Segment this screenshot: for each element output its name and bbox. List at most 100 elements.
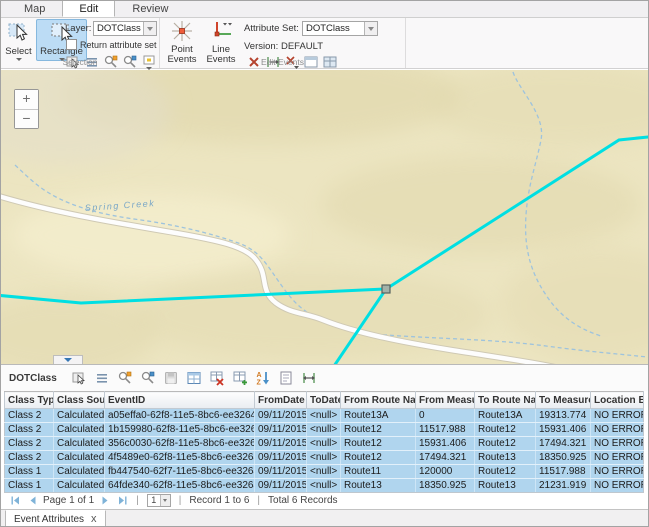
point-events-button[interactable]: Point Events (163, 19, 201, 61)
table-cell[interactable]: NO ERROR (591, 409, 644, 423)
zoom-in-button[interactable]: + (15, 90, 38, 109)
table-cell[interactable]: <null> (307, 465, 341, 479)
add-record-button[interactable] (230, 368, 250, 388)
table-cell[interactable]: 18350.925 (536, 451, 591, 465)
column-header[interactable]: From Measure (416, 392, 475, 409)
table-cell[interactable]: a05effa0-62f8-11e5-8bc6-ee32641d5ec9 (105, 409, 255, 423)
table-cell[interactable]: 356c0030-62f8-11e5-8bc6-ee32641d5ec9 (105, 437, 255, 451)
table-cell[interactable]: 4f5489e0-62f8-11e5-8bc6-ee32641d5ec9 (105, 451, 255, 465)
table-cell[interactable]: Route11 (341, 465, 416, 479)
table-cell[interactable]: 09/11/2015 (255, 451, 307, 465)
table-options-button[interactable] (92, 368, 112, 388)
table-cell[interactable]: <null> (307, 437, 341, 451)
table-row[interactable]: Class 2Calculated356c0030-62f8-11e5-8bc6… (5, 437, 644, 451)
table-cell[interactable]: Route12 (475, 423, 536, 437)
table-cell[interactable]: Route13A (475, 409, 536, 423)
table-row[interactable]: Class 2Calculated1b159980-62f8-11e5-8bc6… (5, 423, 644, 437)
column-header[interactable]: Class Type (5, 392, 54, 409)
table-cell[interactable]: Class 1 (5, 465, 54, 479)
last-page-button[interactable] (116, 494, 128, 506)
table-cell[interactable]: 1b159980-62f8-11e5-8bc6-ee32641d5ec9 (105, 423, 255, 437)
table-cell[interactable]: 17494.321 (416, 451, 475, 465)
table-cell[interactable]: 120000 (416, 465, 475, 479)
tab-edit[interactable]: Edit (62, 0, 115, 17)
table-cell[interactable]: Class 2 (5, 451, 54, 465)
table-cell[interactable]: Route12 (475, 465, 536, 479)
table-cell[interactable]: 11517.988 (416, 423, 475, 437)
table-cell[interactable]: <null> (307, 409, 341, 423)
table-cell[interactable]: 09/11/2015 (255, 465, 307, 479)
table-cell[interactable]: 09/11/2015 (255, 437, 307, 451)
table-cell[interactable]: Route13 (475, 451, 536, 465)
column-header[interactable]: Location Error (591, 392, 644, 409)
attribute-set-combobox-arrow-icon[interactable] (364, 22, 377, 35)
tab-review[interactable]: Review (115, 0, 185, 17)
table-cell[interactable]: fb447540-62f7-11e5-8bc6-ee32641d5ec9 (105, 465, 255, 479)
table-cell[interactable]: Class 2 (5, 409, 54, 423)
table-cell[interactable]: NO ERROR (591, 423, 644, 437)
table-cell[interactable]: Calculated (54, 423, 105, 437)
tab-event-attributes[interactable]: Event Attributes x (5, 510, 106, 527)
table-cell[interactable]: Route13A (341, 409, 416, 423)
column-header[interactable]: To Route Name (475, 392, 536, 409)
select-records-button[interactable] (69, 368, 89, 388)
close-tab-icon[interactable]: x (91, 514, 97, 524)
select-button[interactable]: Select (3, 19, 34, 61)
form-view-button[interactable] (276, 368, 296, 388)
next-page-button[interactable] (99, 494, 111, 506)
table-cell[interactable]: Class 2 (5, 437, 54, 451)
column-header[interactable]: EventID (105, 392, 255, 409)
attribute-set-combobox[interactable]: DOTClass (302, 21, 378, 36)
return-attribute-set-checkbox[interactable] (66, 39, 77, 50)
table-cell[interactable]: 0 (416, 409, 475, 423)
layer-combobox[interactable]: DOTClass (93, 21, 157, 36)
table-cell[interactable]: 17494.321 (536, 437, 591, 451)
route-junction-marker[interactable] (382, 285, 390, 293)
layer-combobox-arrow-icon[interactable] (143, 22, 156, 35)
table-cell[interactable]: NO ERROR (591, 437, 644, 451)
table-cell[interactable]: Route12 (341, 451, 416, 465)
panel-collapse-button[interactable] (53, 355, 83, 364)
table-cell[interactable]: NO ERROR (591, 451, 644, 465)
table-cell[interactable]: Calculated (54, 451, 105, 465)
table-cell[interactable]: Calculated (54, 409, 105, 423)
tab-map[interactable]: Map (7, 0, 62, 17)
table-cell[interactable]: Route12 (475, 437, 536, 451)
table-cell[interactable]: 15931.406 (416, 437, 475, 451)
table-cell[interactable]: 19313.774 (536, 409, 591, 423)
zoom-to-selected-record-button[interactable] (115, 368, 135, 388)
table-cell[interactable]: 11517.988 (536, 465, 591, 479)
table-cell[interactable]: 09/11/2015 (255, 409, 307, 423)
fit-columns-button[interactable] (299, 368, 319, 388)
previous-page-button[interactable] (26, 494, 38, 506)
pan-to-selected-record-button[interactable] (138, 368, 158, 388)
attribute-window-button[interactable] (184, 368, 204, 388)
save-records-button[interactable] (161, 368, 181, 388)
column-header[interactable]: FromDate (255, 392, 307, 409)
table-cell[interactable]: <null> (307, 423, 341, 437)
table-row[interactable]: Class 1Calculatedfb447540-62f7-11e5-8bc6… (5, 465, 644, 479)
table-cell[interactable]: <null> (307, 451, 341, 465)
table-row[interactable]: Class 2Calculateda05effa0-62f8-11e5-8bc6… (5, 409, 644, 423)
column-header[interactable]: ToDate (307, 392, 341, 409)
column-header[interactable]: From Route Name (341, 392, 416, 409)
table-row[interactable]: Class 2Calculated4f5489e0-62f8-11e5-8bc6… (5, 451, 644, 465)
sort-records-button[interactable]: AZ (253, 368, 273, 388)
page-number-arrow-icon[interactable] (160, 495, 170, 506)
table-cell[interactable]: NO ERROR (591, 465, 644, 479)
table-cell[interactable]: Calculated (54, 437, 105, 451)
column-header[interactable]: Class Source (54, 392, 105, 409)
table-cell[interactable]: Class 2 (5, 423, 54, 437)
table-cell[interactable]: Route12 (341, 423, 416, 437)
page-number-combobox[interactable]: 1 (147, 494, 171, 507)
table-cell[interactable]: 09/11/2015 (255, 423, 307, 437)
zoom-out-button[interactable]: − (15, 109, 38, 128)
table-cell[interactable]: 15931.406 (536, 423, 591, 437)
map-view[interactable]: Spring Creek + − (1, 70, 649, 364)
table-cell[interactable]: Calculated (54, 465, 105, 479)
first-page-button[interactable] (9, 494, 21, 506)
table-cell[interactable]: Route12 (341, 437, 416, 451)
column-header[interactable]: To Measure (536, 392, 591, 409)
line-events-button[interactable]: Line Events (202, 19, 240, 61)
delete-record-button[interactable] (207, 368, 227, 388)
